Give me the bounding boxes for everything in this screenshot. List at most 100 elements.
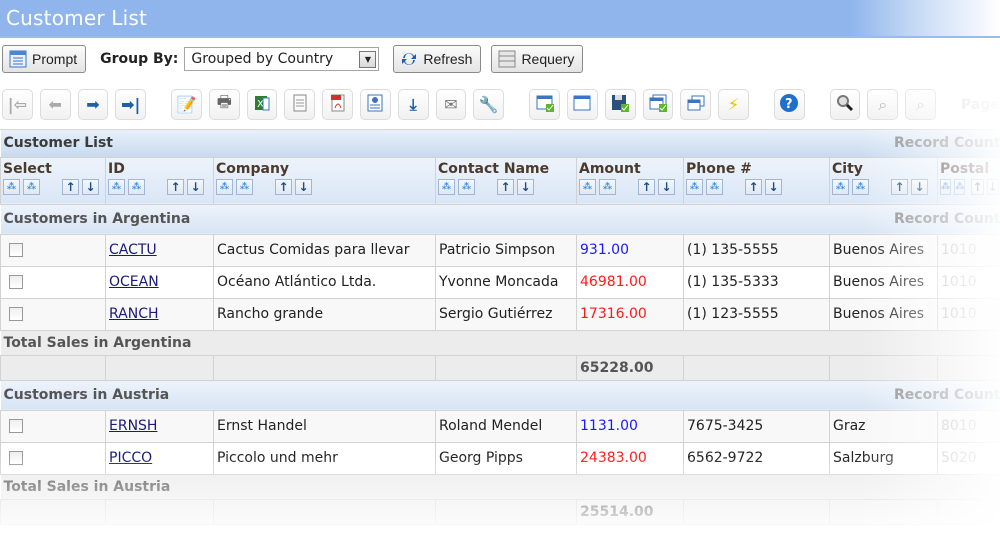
- column-header-contact-name[interactable]: Contact Name ⁂ ⁂ ↑ ↓: [435, 156, 577, 205]
- group-collapse-icon[interactable]: ⁂: [458, 178, 475, 195]
- phone-cell: (1) 135-5555: [683, 233, 830, 267]
- chevron-down-icon: ▼: [359, 50, 377, 68]
- group-total-label: Total Sales in Austria: [0, 473, 1000, 499]
- column-header-company[interactable]: Company ⁂ ⁂ ↑ ↓: [213, 156, 436, 205]
- download-icon: ⤓: [409, 94, 417, 114]
- row-checkbox[interactable]: [9, 307, 23, 321]
- sort-descending-icon[interactable]: ↓: [82, 178, 99, 195]
- table-row: RANCH Rancho grande Sergio Gutiérrez 17316.…: [0, 297, 1000, 331]
- total-empty-cell: [683, 498, 830, 525]
- sort-descending-icon[interactable]: ↓: [517, 178, 534, 195]
- column-header-postal[interactable]: Postal ⁂ ⁂ ↑ ↓: [936, 156, 1000, 205]
- group-record-count: Record Count: [829, 203, 1000, 234]
- customer-id-link[interactable]: CACTU: [109, 242, 157, 258]
- controls-bar: Prompt Group By: Grouped by Country ▼ Re…: [0, 38, 1000, 80]
- email-button[interactable]: ✉: [435, 89, 467, 120]
- column-label: Select: [3, 160, 52, 177]
- sort-ascending-icon[interactable]: ↑: [891, 178, 908, 195]
- sort-ascending-icon[interactable]: ↑: [497, 178, 514, 195]
- group-collapse-icon[interactable]: ⁂: [599, 178, 616, 195]
- group-expand-icon[interactable]: ⁂: [940, 178, 952, 195]
- group-expand-icon[interactable]: ⁂: [579, 178, 596, 195]
- group-expand-icon[interactable]: ⁂: [686, 178, 703, 195]
- edit-button[interactable]: 📝: [171, 89, 202, 120]
- sort-ascending-icon[interactable]: ↑: [275, 178, 292, 195]
- sort-descending-icon[interactable]: ↓: [911, 178, 928, 195]
- sort-ascending-icon[interactable]: ↑: [62, 178, 79, 195]
- row-checkbox[interactable]: [9, 451, 23, 465]
- sort-descending-icon[interactable]: ↓: [658, 178, 675, 195]
- sort-ascending-icon[interactable]: ↑: [971, 178, 984, 195]
- windows-check-button[interactable]: [642, 89, 674, 120]
- group-total-amount: 25514.00: [576, 498, 684, 525]
- refresh-label: Refresh: [423, 51, 473, 67]
- help-button[interactable]: ?: [773, 89, 805, 120]
- lightning-button[interactable]: ⚡: [718, 89, 749, 120]
- sort-descending-icon[interactable]: ↓: [765, 178, 782, 195]
- group-expand-icon[interactable]: ⁂: [832, 178, 849, 195]
- column-header-city[interactable]: City ⁂ ⁂ ↑ ↓: [829, 156, 938, 205]
- select-cell: [0, 297, 106, 331]
- group-collapse-icon[interactable]: ⁂: [706, 178, 723, 195]
- id-cell: CACTU: [105, 233, 214, 267]
- column-header-phone[interactable]: Phone # ⁂ ⁂ ↑ ↓: [683, 156, 830, 205]
- group-collapse-icon[interactable]: ⁂: [954, 178, 966, 195]
- save-button[interactable]: [604, 89, 636, 120]
- settings-button[interactable]: 🔧: [473, 89, 505, 120]
- row-checkbox[interactable]: [9, 243, 23, 257]
- edit-icon: 📝: [176, 95, 197, 114]
- download-button[interactable]: ⤓: [397, 89, 429, 120]
- group-by-label: Group By:: [100, 51, 179, 67]
- customer-id-link[interactable]: OCEAN: [109, 274, 159, 290]
- print-button[interactable]: 🖶: [208, 89, 240, 120]
- excel-export-button[interactable]: X: [246, 89, 278, 120]
- search-next-button[interactable]: ⌕: [905, 89, 936, 120]
- row-checkbox[interactable]: [9, 275, 23, 289]
- sort-ascending-icon[interactable]: ↑: [638, 178, 655, 195]
- refresh-button[interactable]: Refresh: [393, 45, 482, 73]
- search-button[interactable]: [829, 89, 861, 120]
- customer-id-link[interactable]: PICCO: [109, 450, 152, 466]
- group-collapse-icon[interactable]: ⁂: [23, 178, 40, 195]
- customer-id-link[interactable]: RANCH: [109, 306, 159, 322]
- column-sorters: ⁂ ⁂ ↑ ↓: [832, 178, 935, 195]
- group-total-row: 65228.00: [0, 354, 1000, 381]
- group-expand-icon[interactable]: ⁂: [216, 178, 233, 195]
- requery-button[interactable]: Requery: [491, 45, 584, 73]
- window-button[interactable]: [566, 89, 598, 120]
- print-icon: 🖶: [216, 92, 232, 111]
- group-collapse-icon[interactable]: ⁂: [128, 178, 145, 195]
- customer-id-link[interactable]: ERNSH: [109, 418, 157, 434]
- column-header-row: Select ⁂ ⁂ ↑ ↓ ID ⁂ ⁂ ↑ ↓ Company ⁂ ⁂ ↑ ↓ Contact Name ⁂…: [0, 156, 1000, 205]
- group-expand-icon[interactable]: ⁂: [3, 178, 20, 195]
- group-expand-icon[interactable]: ⁂: [108, 178, 125, 195]
- previous-page-button[interactable]: ⬅: [39, 89, 71, 120]
- html-export-button[interactable]: [360, 89, 391, 120]
- next-page-button[interactable]: ➡: [77, 89, 109, 120]
- row-checkbox[interactable]: [9, 419, 23, 433]
- pdf-export-icon: [330, 94, 346, 116]
- first-page-button[interactable]: |⇦: [2, 89, 33, 120]
- save-layout-button[interactable]: [529, 89, 560, 120]
- column-header-id[interactable]: ID ⁂ ⁂ ↑ ↓: [105, 156, 214, 205]
- windows-button[interactable]: [680, 89, 712, 120]
- company-cell: Océano Atlántico Ltda.: [213, 265, 436, 299]
- group-collapse-icon[interactable]: ⁂: [852, 178, 869, 195]
- column-header-amount[interactable]: Amount ⁂ ⁂ ↑ ↓: [576, 156, 684, 205]
- sort-descending-icon[interactable]: ↓: [187, 178, 204, 195]
- prompt-button[interactable]: Prompt: [2, 45, 87, 73]
- group-by-select[interactable]: Grouped by Country ▼: [184, 47, 380, 71]
- column-header-select[interactable]: Select ⁂ ⁂ ↑ ↓: [0, 156, 106, 205]
- column-label: Phone #: [686, 160, 752, 177]
- group-expand-icon[interactable]: ⁂: [438, 178, 455, 195]
- sort-ascending-icon[interactable]: ↑: [167, 178, 184, 195]
- last-page-button[interactable]: ➡|: [115, 89, 147, 120]
- sort-descending-icon[interactable]: ↓: [986, 178, 999, 195]
- sort-descending-icon[interactable]: ↓: [295, 178, 312, 195]
- sort-ascending-icon[interactable]: ↑: [745, 178, 762, 195]
- group-collapse-icon[interactable]: ⁂: [236, 178, 253, 195]
- pdf-export-button[interactable]: [322, 89, 354, 120]
- amount-cell: 24383.00: [576, 441, 684, 475]
- text-export-button[interactable]: [284, 89, 316, 120]
- search-previous-button[interactable]: ⌕: [867, 89, 899, 120]
